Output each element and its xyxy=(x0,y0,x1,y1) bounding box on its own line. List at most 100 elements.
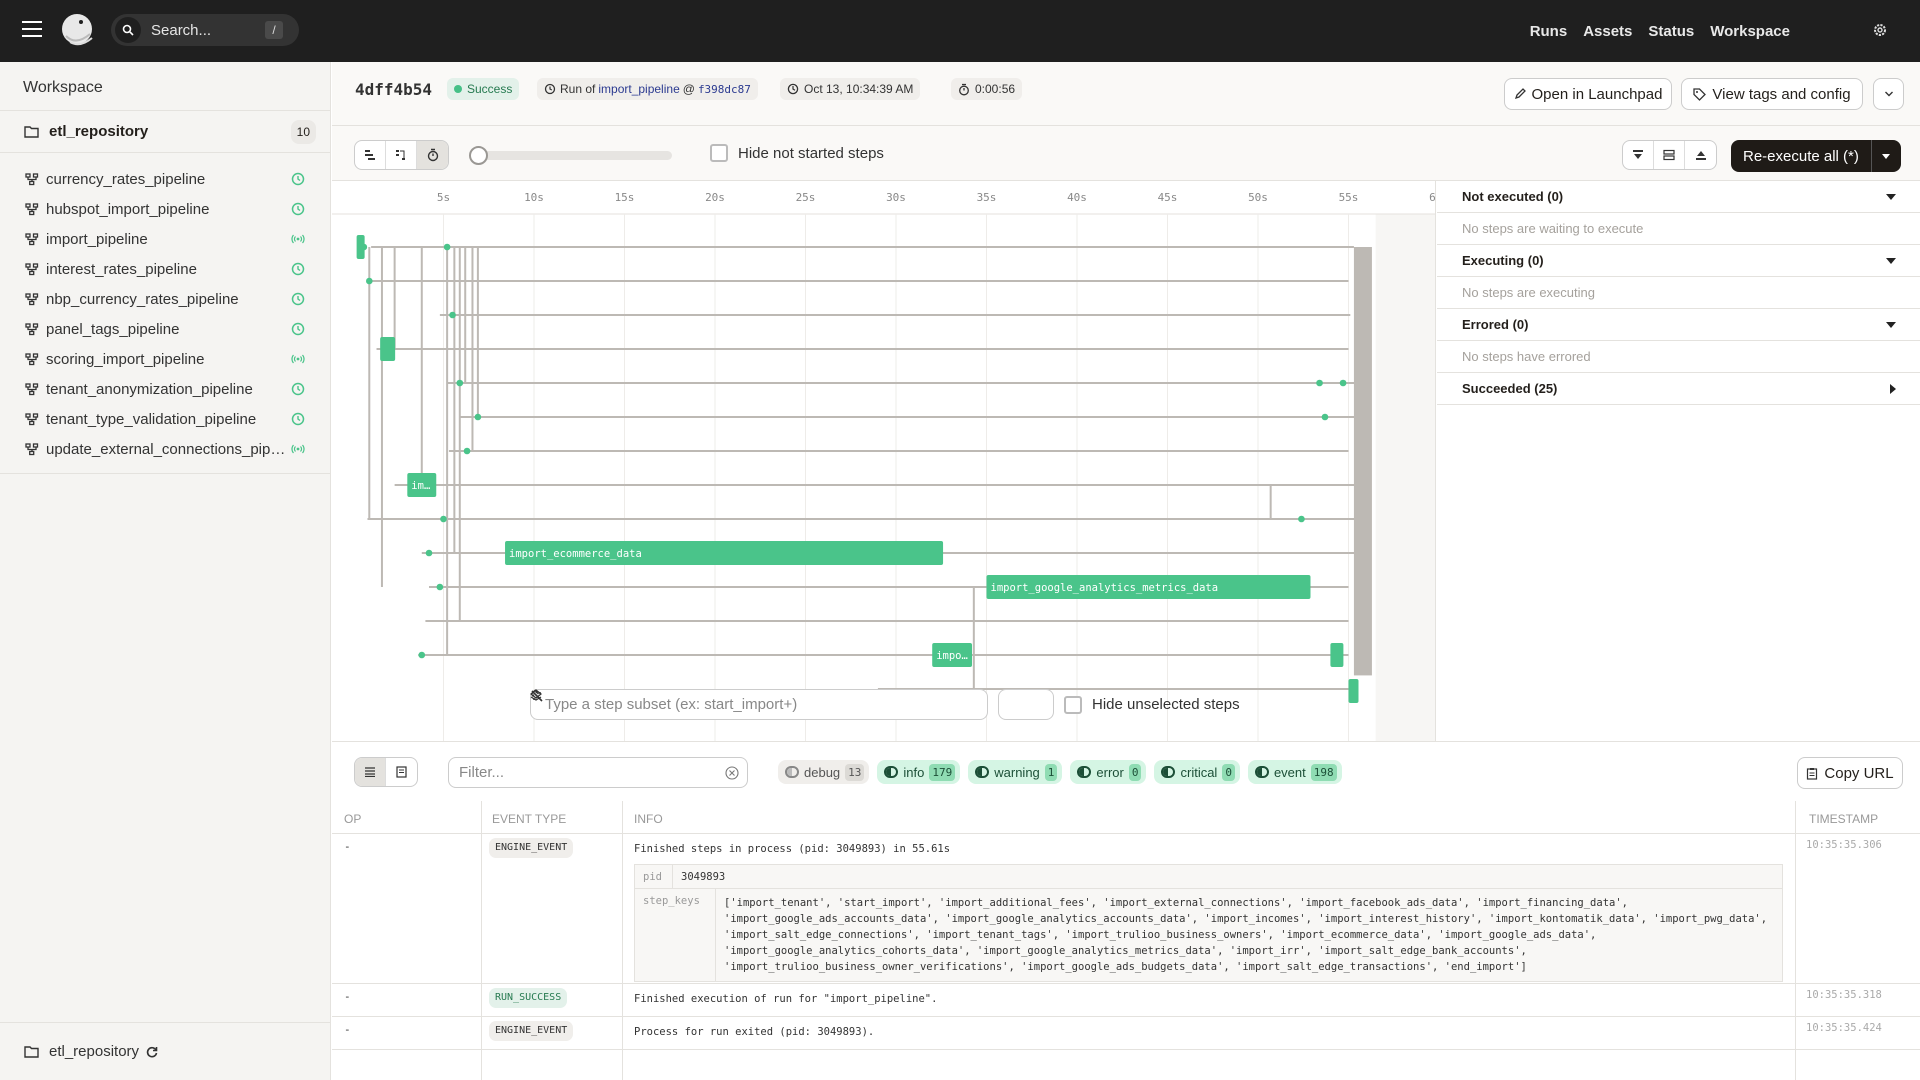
structured-view-button[interactable] xyxy=(355,758,386,786)
step-section-title: Not executed (0) xyxy=(1462,189,1564,204)
step-dot xyxy=(1316,379,1323,387)
repository-header[interactable]: etl_repository 10 xyxy=(0,111,330,153)
step-subset-field[interactable] xyxy=(545,696,965,713)
snapshot-link[interactable]: f398dc87 xyxy=(698,83,751,96)
tick-label: 5s xyxy=(437,191,450,204)
log-row[interactable]: - ENGINE_EVENT Finished steps in process… xyxy=(332,834,1920,984)
footer-repository-name[interactable]: etl_repository xyxy=(49,1043,139,1060)
tick-label: 10s xyxy=(524,191,544,204)
sensor-icon xyxy=(291,234,305,244)
clear-icon[interactable] xyxy=(725,765,739,780)
zoom-slider-handle[interactable] xyxy=(469,146,488,165)
log-row[interactable]: - ENGINE_EVENT Process for run exited (p… xyxy=(332,1017,1920,1050)
pipeline-status[interactable] xyxy=(291,382,305,396)
copy-url-button[interactable]: Copy URL xyxy=(1797,757,1903,789)
log-level-count: 198 xyxy=(1310,763,1337,781)
log-level-filter-critical[interactable]: critical 0 xyxy=(1154,760,1240,784)
step-subset-input[interactable] xyxy=(530,689,988,720)
sidebar-pipeline-item[interactable]: update_external_connections_pipeline xyxy=(0,434,330,464)
log-level-filter-event[interactable]: event 198 xyxy=(1247,760,1342,784)
dagster-logo-icon[interactable] xyxy=(58,12,96,50)
log-level-filter-error[interactable]: error 0 xyxy=(1070,760,1147,784)
step-dot xyxy=(1321,413,1329,421)
pipeline-status[interactable] xyxy=(291,412,305,426)
step-section-header[interactable]: Executing (0) xyxy=(1437,245,1920,277)
log-level-filter-debug[interactable]: debug 13 xyxy=(778,760,870,784)
reexecute-dropdown[interactable] xyxy=(1870,140,1901,172)
event-type-badge: ENGINE_EVENT xyxy=(489,838,574,858)
sidebar-pipeline-item[interactable]: panel_tags_pipeline xyxy=(0,314,330,344)
pipeline-status[interactable] xyxy=(291,352,305,366)
hide-unselected-checkbox[interactable] xyxy=(1064,695,1082,714)
log-level-filter-warning[interactable]: warning 1 xyxy=(968,760,1063,784)
pipeline-name: import_pipeline xyxy=(46,230,148,248)
caret-right-icon xyxy=(1890,383,1896,394)
open-in-launchpad-button[interactable]: Open in Launchpad xyxy=(1504,78,1672,110)
nav-runs[interactable]: Runs xyxy=(1530,23,1568,40)
run-id: 4dff4b54 xyxy=(355,80,433,99)
pipeline-status[interactable] xyxy=(291,442,305,456)
sidebar-pipeline-item[interactable]: nbp_currency_rates_pipeline xyxy=(0,284,330,314)
pipeline-name: nbp_currency_rates_pipeline xyxy=(46,290,239,308)
copy-url-label: Copy URL xyxy=(1824,764,1894,782)
settings-gear-icon[interactable] xyxy=(1872,22,1888,38)
collapse-down-icon xyxy=(1633,150,1643,159)
split-icon xyxy=(1663,149,1675,161)
step-section-header[interactable]: Not executed (0) xyxy=(1437,181,1920,213)
search-icon xyxy=(115,17,141,43)
hide-not-started-checkbox[interactable] xyxy=(710,144,728,162)
job-icon xyxy=(25,442,39,455)
reload-icon[interactable] xyxy=(145,1045,159,1059)
pipeline-status[interactable] xyxy=(291,292,305,306)
pipeline-name: panel_tags_pipeline xyxy=(46,320,180,338)
chart-mode-toggle xyxy=(354,140,449,170)
sidebar-pipeline-item[interactable]: tenant_type_validation_pipeline xyxy=(0,404,330,434)
log-row[interactable]: - RUN_SUCCESS Finished execution of run … xyxy=(332,984,1920,1017)
reexecute-all-button[interactable]: Re-execute all (*) xyxy=(1731,140,1901,172)
sidebar-pipeline-item[interactable]: currency_rates_pipeline xyxy=(0,164,330,194)
pipeline-link[interactable]: import_pipeline xyxy=(598,82,679,96)
search-bar[interactable]: Search... / xyxy=(111,14,299,46)
timed-view-button[interactable] xyxy=(417,141,448,169)
log-level-name: warning xyxy=(994,764,1040,780)
metadata-key: step_keys xyxy=(643,895,700,907)
nav-assets[interactable]: Assets xyxy=(1583,23,1632,40)
search-shortcut: / xyxy=(265,21,283,39)
zoom-slider[interactable] xyxy=(469,146,672,165)
nav-workspace[interactable]: Workspace xyxy=(1710,23,1790,40)
flat-view-button[interactable] xyxy=(355,141,386,169)
top-navigation-bar: Search... / Runs Assets Status Workspace xyxy=(0,0,1920,62)
log-filter-field[interactable] xyxy=(459,764,725,781)
log-level-filter-info[interactable]: info 179 xyxy=(877,760,961,784)
collapse-up-icon xyxy=(1695,151,1706,160)
pipeline-status[interactable] xyxy=(291,262,305,276)
nav-status[interactable]: Status xyxy=(1648,23,1694,40)
log-op: - xyxy=(344,1023,351,1036)
log-filter-input[interactable] xyxy=(448,757,748,788)
step-dot xyxy=(463,447,471,455)
pipeline-status[interactable] xyxy=(291,202,305,216)
expand-up-button[interactable] xyxy=(1685,141,1716,169)
pipeline-status[interactable] xyxy=(291,172,305,186)
sidebar-pipeline-item[interactable]: scoring_import_pipeline xyxy=(0,344,330,374)
folder-icon xyxy=(24,1045,39,1058)
raw-view-button[interactable] xyxy=(386,758,417,786)
expand-down-button[interactable] xyxy=(1623,141,1654,169)
pipeline-status[interactable] xyxy=(291,232,305,246)
tree-view-button[interactable] xyxy=(386,141,417,169)
split-view-button[interactable] xyxy=(1654,141,1685,169)
sidebar-pipeline-item[interactable]: hubspot_import_pipeline xyxy=(0,194,330,224)
sidebar-pipeline-item[interactable]: interest_rates_pipeline xyxy=(0,254,330,284)
job-icon xyxy=(25,202,39,215)
pipeline-status[interactable] xyxy=(291,322,305,336)
menu-icon[interactable] xyxy=(22,21,42,37)
tree-icon xyxy=(396,150,405,160)
view-tags-and-config-button[interactable]: View tags and config xyxy=(1681,78,1863,110)
sidebar-pipeline-item[interactable]: import_pipeline xyxy=(0,224,330,254)
layer-toggle-button[interactable] xyxy=(530,689,1054,720)
step-section-header[interactable]: Succeeded (25) xyxy=(1437,373,1920,405)
sidebar-pipeline-item[interactable]: tenant_anonymization_pipeline xyxy=(0,374,330,404)
pipeline-name: currency_rates_pipeline xyxy=(46,170,206,188)
more-actions-button[interactable] xyxy=(1873,78,1904,110)
step-section-header[interactable]: Errored (0) xyxy=(1437,309,1920,341)
